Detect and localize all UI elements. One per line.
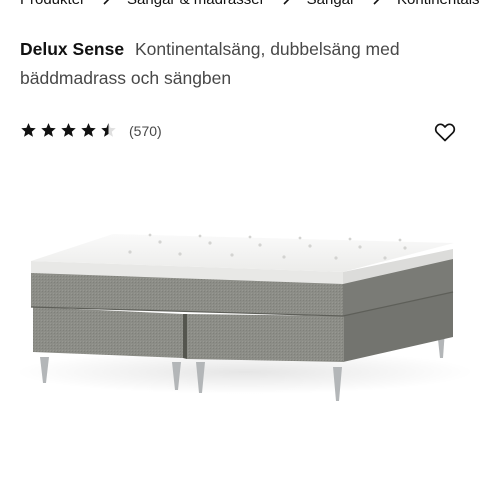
star-icon	[81, 123, 96, 137]
bed-illustration	[15, 233, 475, 401]
product-title: Delux Sense Kontinentalsäng, dubbelsäng …	[20, 35, 440, 93]
star-half-icon	[101, 123, 116, 137]
breadcrumb-item-kontinentalsangar[interactable]: Kontinentalsängar	[397, 0, 480, 8]
breadcrumb-item-sangar[interactable]: Sängar	[307, 0, 355, 8]
heart-outline-icon	[434, 123, 456, 142]
chevron-right-icon	[101, 0, 111, 5]
product-name: Delux Sense	[20, 39, 125, 59]
review-count[interactable]: (570)	[129, 123, 162, 139]
product-image[interactable]	[0, 150, 480, 480]
chevron-right-icon	[371, 0, 381, 5]
chevron-right-icon	[281, 0, 291, 5]
breadcrumb-item-produkter[interactable]: Produkter	[20, 0, 85, 8]
star-icon	[21, 123, 36, 137]
product-rating[interactable]: (570)	[20, 122, 162, 139]
breadcrumb-item-sangar-madrasser[interactable]: Sängar & madrasser	[127, 0, 265, 8]
favorite-button[interactable]	[433, 120, 457, 144]
star-icon	[41, 123, 56, 137]
breadcrumb: Produkter Sängar & madrasser Sängar Kont…	[20, 0, 480, 8]
star-icon	[61, 123, 76, 137]
rating-stars	[20, 122, 117, 139]
